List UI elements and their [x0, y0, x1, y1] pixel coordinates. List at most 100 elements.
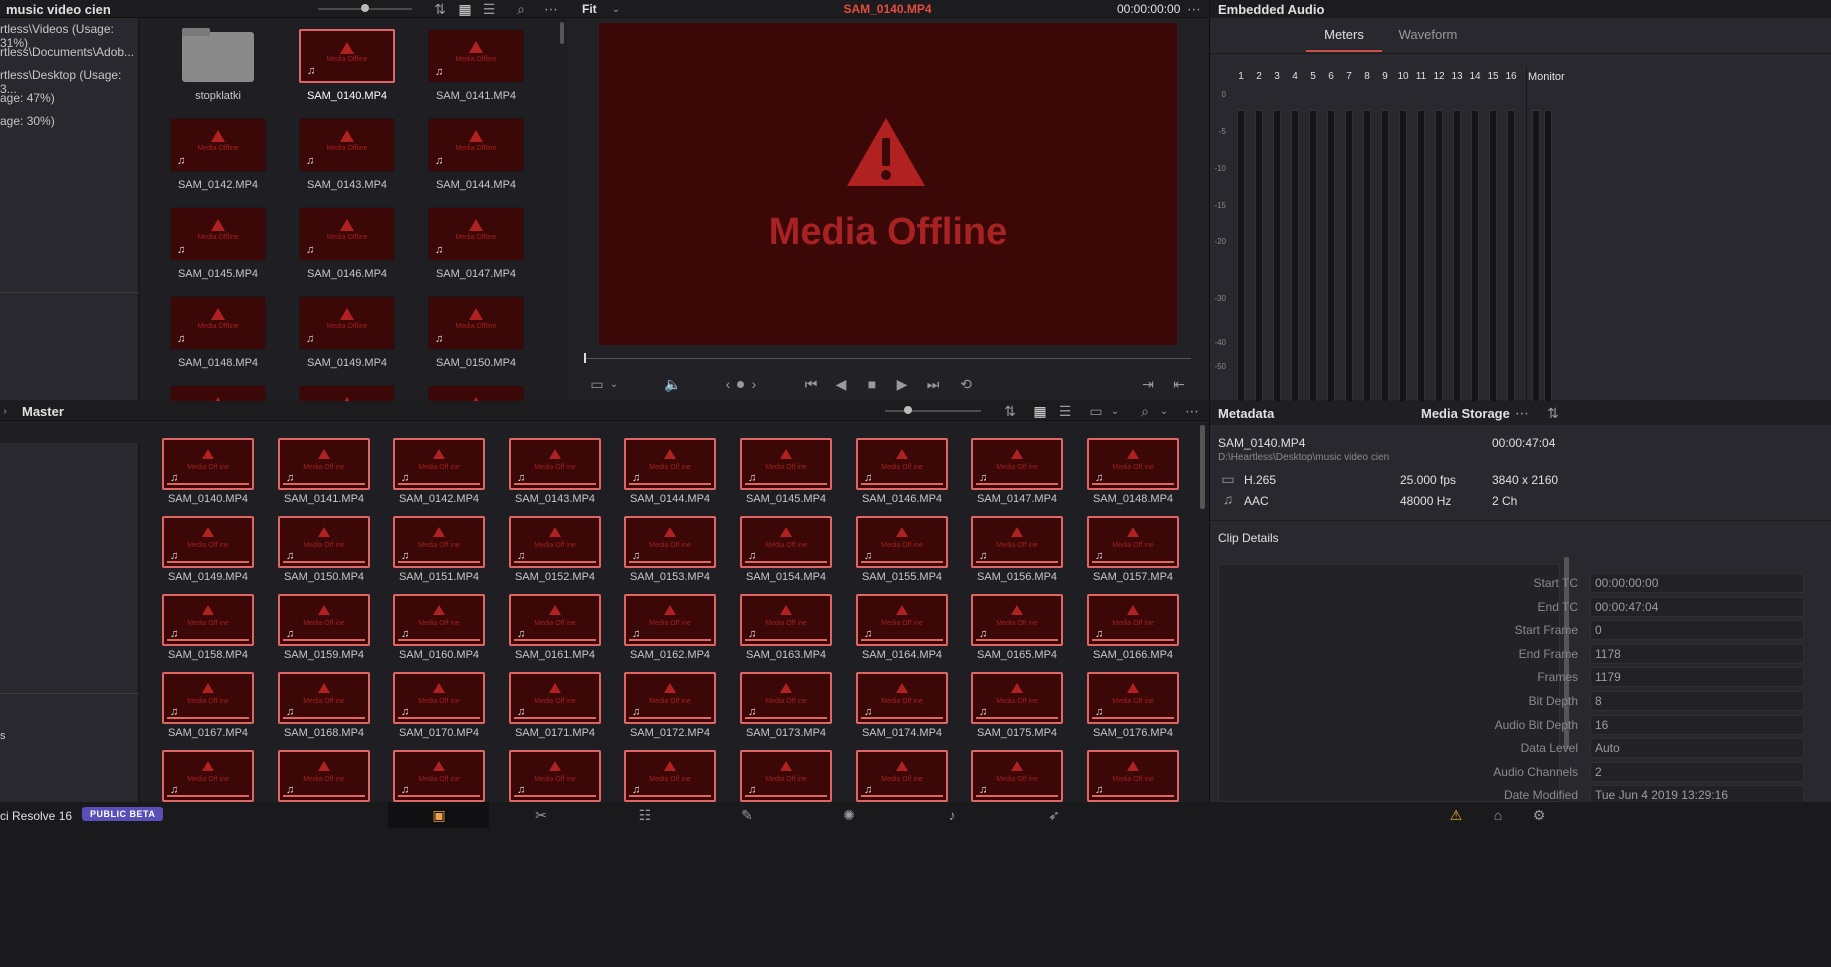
more-options-icon[interactable]: ⋯	[1184, 1, 1204, 17]
clip-thumbnail[interactable]: Media Off ine ♫	[856, 594, 948, 646]
clip-thumbnail[interactable]: Media Offline ♫	[428, 296, 524, 350]
clip-thumbnail[interactable]: Media Off ine ♫	[624, 594, 716, 646]
sort-icon[interactable]: ⇅	[430, 1, 450, 17]
clip-detail-value[interactable]: 1179	[1590, 667, 1804, 688]
jump-start-icon[interactable]: ⏮	[801, 376, 821, 392]
list-view-icon[interactable]: ☰	[480, 1, 498, 17]
clip-thumbnail[interactable]: Media Off ine ♫	[509, 750, 601, 802]
clip-thumbnail[interactable]: Media Offline ♫	[299, 296, 395, 350]
cut-page-icon[interactable]: ✂	[530, 807, 552, 823]
clip-thumbnail[interactable]: Media Off ine ♫	[740, 750, 832, 802]
clip-thumbnail[interactable]: Media Off ine ♫	[971, 516, 1063, 568]
clip-thumbnail[interactable]: Media Off ine ♫	[393, 438, 485, 490]
clip-thumbnail[interactable]: Media Off ine ♫	[740, 594, 832, 646]
step-back-icon[interactable]: ◀	[833, 376, 849, 392]
clip-detail-value[interactable]: 1178	[1590, 643, 1804, 664]
clip-thumbnail[interactable]: Media Off ine ♫	[740, 672, 832, 724]
clip-detail-value[interactable]: 8	[1590, 691, 1804, 711]
scrub-bar[interactable]	[585, 358, 1191, 359]
clip-detail-value[interactable]: 0	[1590, 620, 1804, 641]
clip-thumbnail[interactable]: Media Off ine ♫	[278, 750, 370, 802]
clip-thumbnail[interactable]: Media Off ine ♫	[1087, 672, 1179, 724]
loop-icon[interactable]: ⟲	[956, 376, 976, 392]
folder-icon[interactable]	[182, 32, 254, 82]
settings-gear-icon[interactable]: ⚙	[1529, 807, 1549, 823]
tab-waveform[interactable]: Waveform	[1386, 24, 1470, 52]
clip-thumbnail[interactable]: Media Off ine ♫	[856, 438, 948, 490]
storage-item[interactable]: rtless\Documents\Adob...	[0, 45, 134, 59]
clip-thumbnail[interactable]: Media Off ine ♫	[162, 594, 254, 646]
clip-thumbnail[interactable]: Media Off ine ♫	[509, 516, 601, 568]
more-options-icon[interactable]: ⋯	[541, 1, 561, 17]
clip-thumbnail[interactable]: Media Offline ♫	[428, 118, 524, 172]
clip-detail-value[interactable]: 16	[1590, 714, 1804, 735]
clip-thumbnail[interactable]: Media Off ine ♫	[971, 438, 1063, 490]
tab-meters[interactable]: Meters	[1306, 24, 1382, 52]
storage-item[interactable]: age: 47%)	[0, 91, 55, 105]
clip-thumbnail[interactable]: Media Off ine ♫	[624, 750, 716, 802]
clip-thumbnail[interactable]: Media Off ine ♫	[162, 750, 254, 802]
chevron-down-icon[interactable]: ⌄	[1108, 403, 1122, 419]
sort-icon[interactable]: ⇅	[1000, 403, 1020, 419]
clip-detail-value[interactable]: 00:00:00:00	[1590, 573, 1804, 593]
clip-thumbnail[interactable]: Media Off ine ♫	[509, 594, 601, 646]
search-icon[interactable]: ⌕	[512, 1, 530, 17]
fairlight-page-icon[interactable]: ♪	[941, 807, 963, 823]
clip-thumbnail[interactable]: Media Offline ♫	[428, 207, 524, 261]
scrollbar[interactable]	[1200, 425, 1205, 509]
media-page-icon[interactable]: ▣	[428, 807, 450, 823]
play-icon[interactable]: ▶	[894, 376, 910, 392]
clip-thumbnail[interactable]: Media Off ine ♫	[162, 438, 254, 490]
prev-marker-icon[interactable]: ‹	[721, 376, 735, 392]
more-options-icon[interactable]: ⋯	[1182, 403, 1202, 419]
viewer-timecode[interactable]: 00:00:00:00	[1117, 2, 1180, 16]
warning-icon[interactable]: ⚠	[1446, 807, 1466, 823]
mark-out-icon[interactable]: ⇥	[1140, 376, 1156, 392]
clip-thumbnail[interactable]: Media Off ine ♫	[856, 516, 948, 568]
grid-view-icon[interactable]: ▦	[1031, 403, 1049, 419]
jump-end-icon[interactable]: ⏭	[923, 376, 943, 392]
clip-thumbnail[interactable]: Media Off ine ♫	[162, 672, 254, 724]
viewer-mode-icon[interactable]: ▭	[587, 376, 607, 392]
clip-thumbnail[interactable]: Media Off ine ♫	[509, 438, 601, 490]
tab-metadata[interactable]: Metadata	[1218, 406, 1274, 421]
clip-thumbnail[interactable]: Media Off ine ♫	[1087, 594, 1179, 646]
list-view-icon[interactable]: ☰	[1056, 403, 1074, 419]
clip-thumbnail[interactable]: Media Offline ♫	[299, 207, 395, 261]
clip-thumbnail[interactable]: Media Off ine ♫	[624, 672, 716, 724]
chevron-down-icon[interactable]: ⌄	[1157, 403, 1171, 419]
clip-thumbnail[interactable]: Media Off ine ♫	[393, 750, 485, 802]
clip-thumbnail[interactable]: Media Off ine ♫	[971, 672, 1063, 724]
tab-media-storage[interactable]: Media Storage	[1421, 406, 1510, 421]
bin-sidebar-selected-row[interactable]	[0, 421, 139, 443]
clip-thumbnail[interactable]: Media Off ine ♫	[278, 438, 370, 490]
clip-thumbnail[interactable]: Media Off ine ♫	[393, 672, 485, 724]
view-options-icon[interactable]: ▭	[1086, 403, 1106, 419]
clip-thumbnail[interactable]: Media Off ine ♫	[278, 672, 370, 724]
color-page-icon[interactable]: ✺	[838, 807, 860, 823]
home-icon[interactable]: ⌂	[1488, 807, 1508, 823]
thumb-size-slider-handle[interactable]	[361, 4, 369, 12]
clip-thumbnail[interactable]: Media Off ine ♫	[1087, 438, 1179, 490]
clip-thumbnail[interactable]: Media Off ine ♫	[624, 516, 716, 568]
clip-detail-value[interactable]: 2	[1590, 761, 1804, 782]
clip-thumbnail[interactable]: Media Off ine ♫	[856, 672, 948, 724]
fusion-page-icon[interactable]: ✎	[736, 807, 758, 823]
storage-item[interactable]: age: 30%)	[0, 114, 55, 128]
sort-icon[interactable]: ⇅	[1544, 405, 1562, 421]
clip-thumbnail[interactable]: Media Off ine ♫	[1087, 516, 1179, 568]
clip-thumbnail[interactable]: Media Offline ♫	[170, 207, 266, 261]
deliver-page-icon[interactable]: ➶	[1043, 807, 1065, 823]
volume-icon[interactable]: 🔈	[663, 376, 683, 392]
clip-thumbnail[interactable]: Media Off ine ♫	[278, 516, 370, 568]
clip-thumbnail[interactable]: Media Offline ♫	[299, 29, 395, 83]
clip-thumbnail[interactable]: Media Off ine ♫	[393, 516, 485, 568]
chevron-down-icon[interactable]: ⌄	[607, 376, 621, 392]
clip-thumbnail[interactable]: Media Offline ♫	[299, 118, 395, 172]
clip-thumbnail[interactable]: Media Off ine ♫	[624, 438, 716, 490]
clip-thumbnail[interactable]: Media Off ine ♫	[162, 516, 254, 568]
clip-thumbnail[interactable]: Media Off ine ♫	[393, 594, 485, 646]
clip-thumbnail[interactable]: Media Off ine ♫	[740, 438, 832, 490]
clip-thumbnail[interactable]: Media Offline ♫	[428, 29, 524, 83]
bin-thumb-slider[interactable]	[885, 410, 981, 412]
